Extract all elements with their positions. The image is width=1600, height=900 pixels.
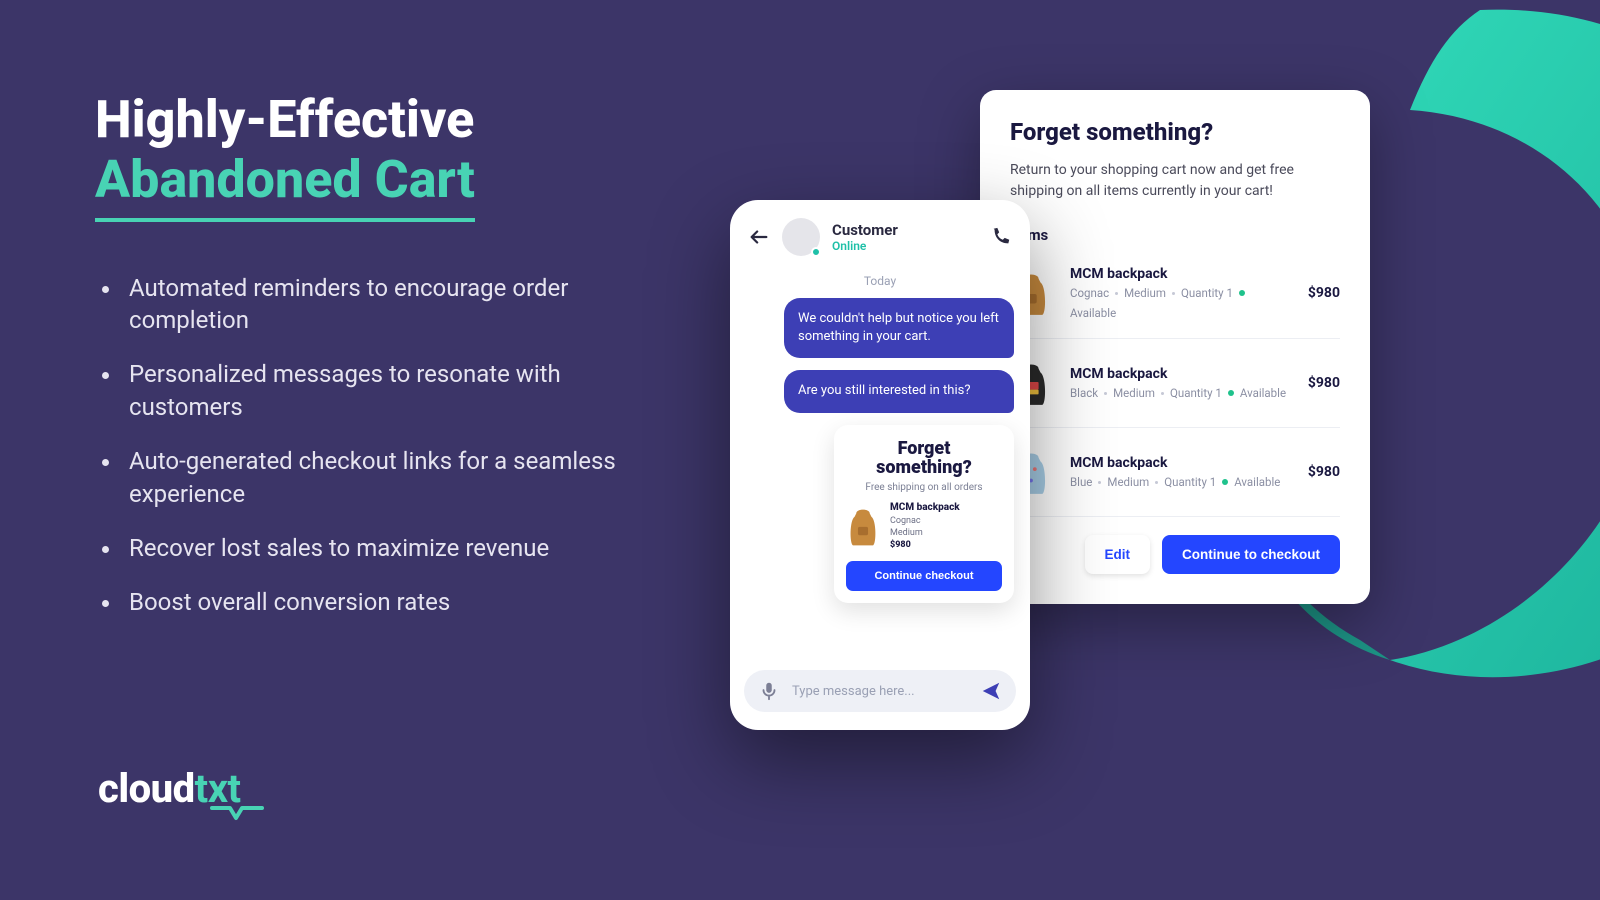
item-price: $980	[1308, 464, 1340, 480]
avatar	[782, 218, 820, 256]
mini-ship-text: Free shipping on all orders	[846, 482, 1002, 493]
phone-call-icon[interactable]	[990, 226, 1012, 248]
mini-item-price: $980	[890, 539, 960, 551]
item-size: Medium	[1124, 286, 1166, 300]
customer-status: Online	[832, 239, 978, 253]
item-meta: Cognac Medium Quantity 1 Available	[1070, 286, 1290, 320]
send-icon[interactable]	[980, 680, 1002, 702]
item-size: Medium	[1113, 386, 1155, 400]
bullet-item: Auto-generated checkout links for a seam…	[123, 445, 655, 510]
day-label: Today	[730, 274, 1030, 288]
message-bubble: We couldn't help but notice you left som…	[784, 298, 1014, 358]
feature-bullets: Automated reminders to encourage order c…	[123, 272, 655, 619]
back-arrow-icon[interactable]	[748, 226, 770, 248]
email-title: Forget something?	[1010, 118, 1340, 146]
item-price: $980	[1308, 375, 1340, 391]
cart-line-item: MCM backpack Cognac Medium Quantity 1 Av…	[1010, 248, 1340, 339]
item-qty: Quantity 1	[1170, 386, 1222, 400]
message-input[interactable]: Type message here...	[792, 684, 968, 699]
mini-item-name: MCM backpack	[890, 501, 960, 515]
item-availability: Available	[1234, 475, 1280, 489]
item-color: Blue	[1070, 475, 1092, 489]
item-meta: Blue Medium Quantity 1 Available	[1070, 475, 1290, 489]
bullet-item: Personalized messages to resonate with c…	[123, 358, 655, 423]
item-color: Black	[1070, 386, 1098, 400]
item-qty: Quantity 1	[1164, 475, 1216, 489]
cart-line-item: MCM backpack Black Medium Quantity 1 Ava…	[1010, 339, 1340, 428]
item-qty: Quantity 1	[1181, 286, 1233, 300]
email-items-header: Items	[1010, 226, 1340, 244]
item-name: MCM backpack	[1070, 266, 1290, 282]
logo-part1: cloud	[98, 765, 195, 812]
logo-underline-icon	[210, 804, 264, 822]
item-price: $980	[1308, 285, 1340, 301]
edit-button[interactable]: Edit	[1085, 535, 1151, 574]
logo: cloudtxt	[98, 765, 241, 812]
item-size: Medium	[1107, 475, 1149, 489]
headline-line1: Highly-Effective	[95, 89, 474, 150]
presence-dot-icon	[811, 247, 821, 257]
headline: Highly-Effective Abandoned Cart	[95, 90, 655, 222]
bullet-item: Boost overall conversion rates	[123, 586, 655, 618]
mini-continue-checkout-button[interactable]: Continue checkout	[846, 561, 1002, 591]
chat-header: Customer Online	[730, 200, 1030, 268]
continue-checkout-button[interactable]: Continue to checkout	[1162, 535, 1340, 574]
customer-name: Customer	[832, 221, 978, 239]
email-preview-card: Forget something? Return to your shoppin…	[980, 90, 1370, 604]
message-bubble: Are you still interested in this?	[784, 370, 1014, 412]
message-composer[interactable]: Type message here...	[744, 670, 1016, 712]
bullet-item: Automated reminders to encourage order c…	[123, 272, 655, 337]
item-availability: Available	[1070, 306, 1116, 320]
item-color: Cognac	[1070, 286, 1109, 300]
mini-cart-card: Forgetsomething? Free shipping on all or…	[834, 425, 1014, 604]
microphone-icon[interactable]	[758, 680, 780, 702]
mini-title: Forgetsomething?	[846, 439, 1002, 479]
item-availability: Available	[1240, 386, 1286, 400]
phone-preview: Customer Online Today We couldn't help b…	[730, 200, 1030, 730]
backpack-icon	[846, 505, 880, 547]
cart-line-item: MCM backpack Blue Medium Quantity 1 Avai…	[1010, 428, 1340, 517]
item-meta: Black Medium Quantity 1 Available	[1070, 386, 1290, 400]
mini-item-info: MCM backpack Cognac Medium $980	[890, 501, 960, 551]
item-name: MCM backpack	[1070, 455, 1290, 471]
messages-pane: We couldn't help but notice you left som…	[730, 298, 1030, 656]
bullet-item: Recover lost sales to maximize revenue	[123, 532, 655, 564]
mini-item-size: Medium	[890, 527, 960, 539]
mini-item-color: Cognac	[890, 515, 960, 527]
headline-line2: Abandoned Cart	[95, 150, 475, 222]
email-subtitle: Return to your shopping cart now and get…	[1010, 160, 1340, 202]
item-name: MCM backpack	[1070, 366, 1290, 382]
